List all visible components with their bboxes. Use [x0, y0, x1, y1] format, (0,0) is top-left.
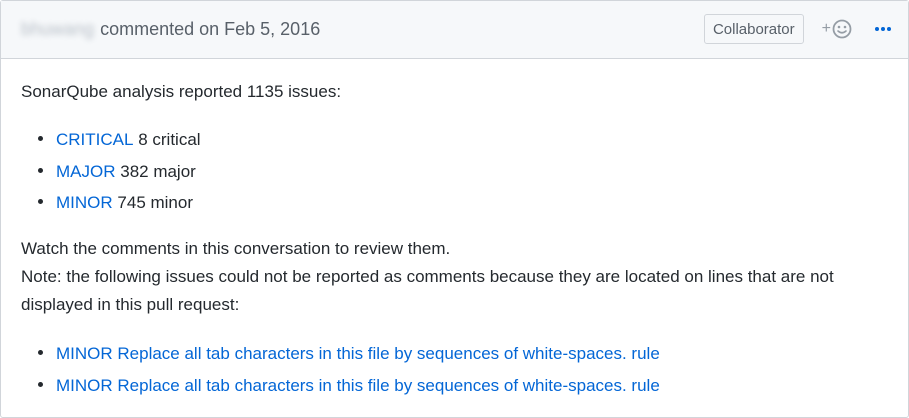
watch-text: Watch the comments in this conversation …: [21, 239, 451, 258]
unreported-issue-link[interactable]: MINOR Replace all tab characters in this…: [56, 370, 660, 402]
comment-card: bhuwang commented on Feb 5, 2016 Collabo…: [0, 0, 909, 418]
bullet-icon: [38, 381, 43, 387]
author-name[interactable]: bhuwang: [21, 19, 94, 40]
plus-label: +: [821, 20, 831, 37]
smiley-icon: [832, 19, 852, 39]
watch-note: Watch the comments in this conversation …: [21, 235, 891, 319]
header-actions: Collaborator +: [703, 14, 892, 44]
bullet-icon: [38, 136, 43, 141]
note-text: Note: the following issues could not be …: [21, 267, 834, 314]
unreported-issues-list: MINOR Replace all tab characters in this…: [21, 338, 660, 401]
collaborator-badge: Collaborator: [703, 14, 804, 44]
bullet-icon: [38, 167, 43, 173]
severity-link-critical[interactable]: CRITICAL: [56, 124, 133, 156]
severity-count: 8 critical: [138, 130, 201, 149]
bullet-icon: [38, 350, 43, 355]
bullet-icon: [38, 199, 43, 204]
analysis-intro: SonarQube analysis reported 1135 issues:: [21, 82, 342, 101]
comment-header: bhuwang commented on Feb 5, 2016 Collabo…: [1, 1, 908, 59]
severity-count: 745 minor: [117, 193, 194, 212]
severity-summary-list: CRITICAL 8 critical MAJOR 382 major MINO…: [21, 124, 201, 219]
severity-link-minor[interactable]: MINOR: [56, 187, 113, 219]
severity-count: 382 major: [120, 161, 196, 181]
more-options-button[interactable]: [874, 26, 892, 32]
list-item: MINOR 745 minor: [21, 187, 201, 219]
list-item: MAJOR 382 major: [21, 156, 201, 188]
severity-link-major[interactable]: MAJOR: [56, 156, 116, 188]
list-item: CRITICAL 8 critical: [21, 124, 201, 156]
unreported-issue-link[interactable]: MINOR Replace all tab characters in this…: [56, 338, 660, 370]
list-item: MINOR Replace all tab characters in this…: [21, 370, 660, 402]
comment-timestamp[interactable]: commented on Feb 5, 2016: [100, 19, 320, 40]
add-reaction-button[interactable]: +: [822, 19, 852, 39]
kebab-horizontal-icon: [875, 27, 891, 31]
list-item: MINOR Replace all tab characters in this…: [21, 338, 660, 370]
